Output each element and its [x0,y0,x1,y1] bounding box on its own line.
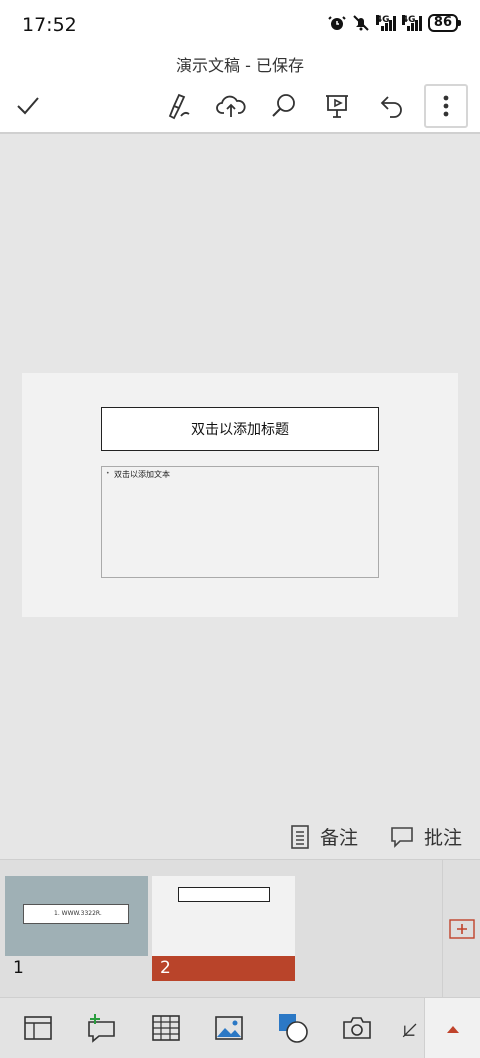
status-time: 17:52 [22,14,77,36]
more-vertical-icon [443,95,449,117]
comment-icon [391,826,413,848]
present-button[interactable] [315,84,359,128]
slide-thumbnail-1[interactable]: 1. WWW.3322R. 1 [5,876,148,981]
collapse-toolbar-button[interactable] [424,998,480,1058]
notes-button[interactable]: 备注 [290,823,358,850]
alarm-icon [328,16,346,30]
picture-icon [215,1016,243,1040]
table-icon [152,1015,180,1041]
pen-icon [168,93,190,120]
layout-icon [24,1016,52,1040]
toolbar: 演示文稿 - 已保存 [0,48,480,132]
done-button[interactable] [6,84,50,128]
add-slide-icon [448,919,475,939]
insert-picture-button[interactable] [212,1012,246,1044]
camera-button[interactable] [340,1012,374,1044]
thumbnail-title-box [178,887,270,902]
slide-thumbnail-2[interactable]: 2 [152,876,295,981]
cloud-upload-button[interactable] [209,84,253,128]
thumbnail-text: 1. WWW.3322R. [23,904,129,924]
undo-button[interactable] [370,84,414,128]
more-options-button[interactable] [424,84,468,128]
thumbnail-image: 1. WWW.3322R. [5,876,148,956]
slide-canvas: 双击以添加标题 • 双击以添加文本 备注 批注 [0,134,480,859]
insert-shape-button[interactable] [276,1012,310,1044]
body-placeholder[interactable]: • 双击以添加文本 [101,466,379,578]
status-bar: 17:52 4G 4G 86 [0,0,480,48]
comments-label: 批注 [424,827,463,849]
notes-label: 备注 [320,827,359,849]
thumbnail-number: 2 [152,956,295,981]
cloud-upload-icon [216,95,246,117]
more-insert-button[interactable] [400,1012,424,1044]
caret-up-icon [446,1025,459,1033]
body-placeholder-text: 双击以添加文本 [114,470,170,479]
slide-thumbnail-strip: 1. WWW.3322R. 1 2 [0,859,480,998]
status-icons: 4G 4G 86 [328,14,462,32]
network-label-1: 4G [375,15,390,25]
mute-bell-icon [353,15,369,31]
new-comment-icon [88,1014,115,1043]
undo-icon [380,96,402,118]
network-label-2: 4G [401,15,416,25]
layout-button[interactable] [21,1012,55,1044]
signal-icon: 4G [401,15,422,31]
thumbnail-image [152,876,295,956]
thumbnail-number: 1 [13,958,24,978]
battery-indicator: 86 [427,14,462,32]
title-placeholder[interactable]: 双击以添加标题 [101,407,379,451]
search-button[interactable] [262,84,306,128]
notes-icon [291,824,309,849]
draw-button[interactable] [157,84,201,128]
slide[interactable]: 双击以添加标题 • 双击以添加文本 [22,373,458,617]
new-comment-button[interactable] [84,1012,118,1044]
search-icon [272,94,295,117]
document-title: 演示文稿 - 已保存 [176,56,304,75]
insert-table-button[interactable] [149,1012,183,1044]
shapes-icon [279,1014,308,1043]
presentation-icon [326,95,348,118]
insert-toolbar [0,997,480,1058]
signal-icon: 4G [375,15,396,31]
comments-button[interactable]: 批注 [390,823,462,850]
add-slide-button[interactable] [442,860,480,998]
bullet: • [106,470,110,477]
camera-icon [343,1017,371,1039]
check-icon [17,97,39,115]
arrow-icon [402,1023,417,1038]
